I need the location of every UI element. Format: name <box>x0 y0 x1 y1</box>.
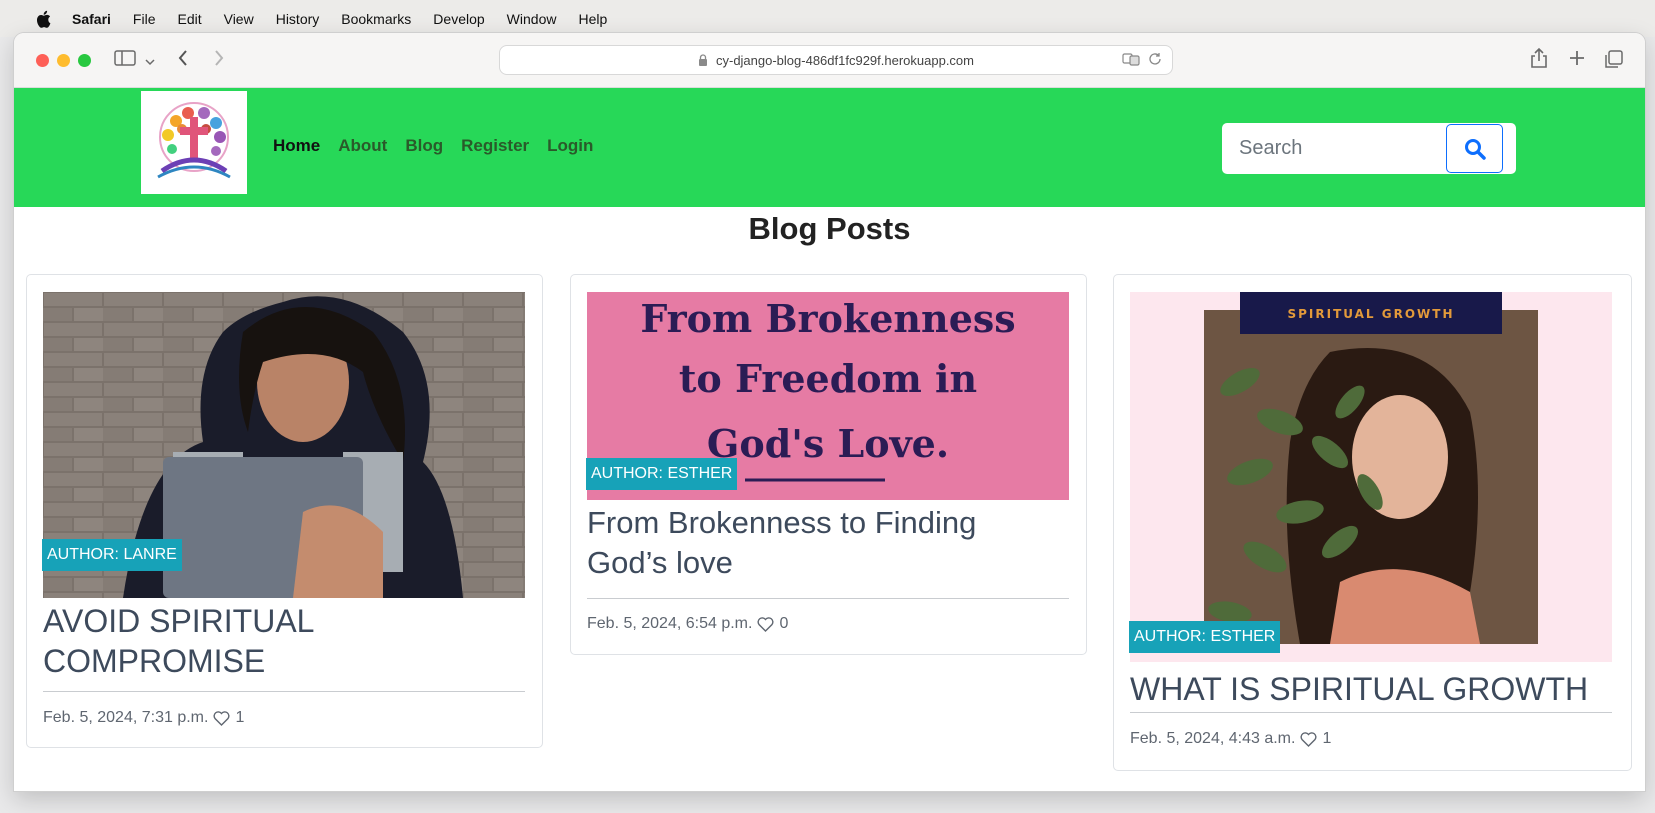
address-bar[interactable]: cy-django-blog-486df1fc929f.herokuapp.co… <box>499 45 1173 75</box>
tab-overview-icon[interactable] <box>1604 49 1624 73</box>
sidebar-icon[interactable] <box>114 49 136 71</box>
card-divider <box>43 691 525 692</box>
reload-icon[interactable] <box>1148 52 1162 69</box>
nav-links: Home About Blog Register Login <box>273 136 593 156</box>
heart-icon[interactable] <box>213 710 230 726</box>
search-icon <box>1464 138 1486 160</box>
like-count: 1 <box>235 709 245 726</box>
site-navbar: Home About Blog Register Login <box>14 88 1645 207</box>
post-date: Feb. 5, 2024, 4:43 a.m. <box>1130 730 1296 747</box>
macos-menu-bar: Safari File Edit View History Bookmarks … <box>0 0 1655 37</box>
post-date: Feb. 5, 2024, 7:31 p.m. <box>43 709 209 726</box>
translate-icon[interactable] <box>1122 52 1140 69</box>
nav-link-home[interactable]: Home <box>273 136 320 156</box>
menu-view[interactable]: View <box>224 11 254 27</box>
nav-link-about[interactable]: About <box>338 136 387 156</box>
menu-edit[interactable]: Edit <box>177 11 201 27</box>
like-count: 1 <box>1322 730 1332 747</box>
back-arrow-icon[interactable] <box>177 49 189 71</box>
post-image[interactable]: SPIRITUAL GROWTH <box>1130 292 1612 662</box>
nav-link-register[interactable]: Register <box>461 136 529 156</box>
post-card[interactable]: From Brokenness to Freedom in God's Love… <box>570 274 1087 655</box>
image-caption-line-1: From Brokenness <box>640 296 1015 341</box>
window-controls <box>36 54 91 67</box>
post-title[interactable]: WHAT IS SPIRITUAL GROWTH <box>1130 669 1610 709</box>
post-card[interactable]: AUTHOR: LANRE AVOID SPIRITUAL COMPROMISE… <box>26 274 543 748</box>
nav-link-blog[interactable]: Blog <box>405 136 443 156</box>
heart-icon[interactable] <box>757 616 774 632</box>
url-text: cy-django-blog-486df1fc929f.herokuapp.co… <box>715 52 974 68</box>
menu-help[interactable]: Help <box>578 11 607 27</box>
page-title: Blog Posts <box>748 211 911 246</box>
lock-icon <box>698 54 707 66</box>
post-title[interactable]: From Brokenness to Finding God’s love <box>587 503 1047 583</box>
image-caption-line-3: God's Love. <box>707 421 949 466</box>
menu-bookmarks[interactable]: Bookmarks <box>341 11 411 27</box>
post-meta: Feb. 5, 2024, 7:31 p.m. 1 <box>43 709 244 727</box>
nav-link-login[interactable]: Login <box>547 136 593 156</box>
post-meta: Feb. 5, 2024, 6:54 p.m. 0 <box>587 615 788 633</box>
post-date: Feb. 5, 2024, 6:54 p.m. <box>587 615 753 632</box>
minimize-window-button[interactable] <box>57 54 70 67</box>
author-badge: AUTHOR: ESTHER <box>586 458 738 490</box>
post-meta: Feb. 5, 2024, 4:43 a.m. 1 <box>1130 730 1331 748</box>
new-tab-icon[interactable] <box>1568 49 1586 71</box>
image-caption-line-2: to Freedom in <box>679 356 977 401</box>
post-title[interactable]: AVOID SPIRITUAL COMPROMISE <box>43 601 523 681</box>
share-icon[interactable] <box>1530 47 1548 73</box>
author-badge: AUTHOR: ESTHER <box>1129 621 1281 653</box>
image-banner-text: SPIRITUAL GROWTH <box>1287 307 1454 321</box>
menu-app-name[interactable]: Safari <box>72 11 111 27</box>
search-form <box>1222 123 1516 174</box>
heart-icon[interactable] <box>1300 731 1317 747</box>
menu-develop[interactable]: Develop <box>433 11 484 27</box>
safari-window: cy-django-blog-486df1fc929f.herokuapp.co… <box>14 33 1645 791</box>
woman-with-leaves-image: SPIRITUAL GROWTH <box>1130 292 1612 662</box>
browser-toolbar: cy-django-blog-486df1fc929f.herokuapp.co… <box>14 33 1645 88</box>
maximize-window-button[interactable] <box>78 54 91 67</box>
card-divider <box>1130 712 1612 713</box>
menu-window[interactable]: Window <box>507 11 557 27</box>
forward-arrow-icon[interactable] <box>213 49 225 71</box>
tree-cross-logo-icon <box>157 101 231 178</box>
menu-history[interactable]: History <box>276 11 320 27</box>
card-divider <box>587 598 1069 599</box>
close-window-button[interactable] <box>36 54 49 67</box>
search-button[interactable] <box>1446 124 1503 173</box>
apple-icon[interactable] <box>36 10 52 28</box>
like-count: 0 <box>779 615 789 632</box>
post-card[interactable]: SPIRITUAL GROWTH AUTHOR: ESTHER WHAT IS … <box>1113 274 1632 771</box>
search-input[interactable] <box>1222 124 1432 173</box>
menu-file[interactable]: File <box>133 11 156 27</box>
site-logo[interactable] <box>141 91 247 194</box>
chevron-down-icon[interactable] <box>145 52 155 72</box>
author-badge: AUTHOR: LANRE <box>42 539 182 571</box>
